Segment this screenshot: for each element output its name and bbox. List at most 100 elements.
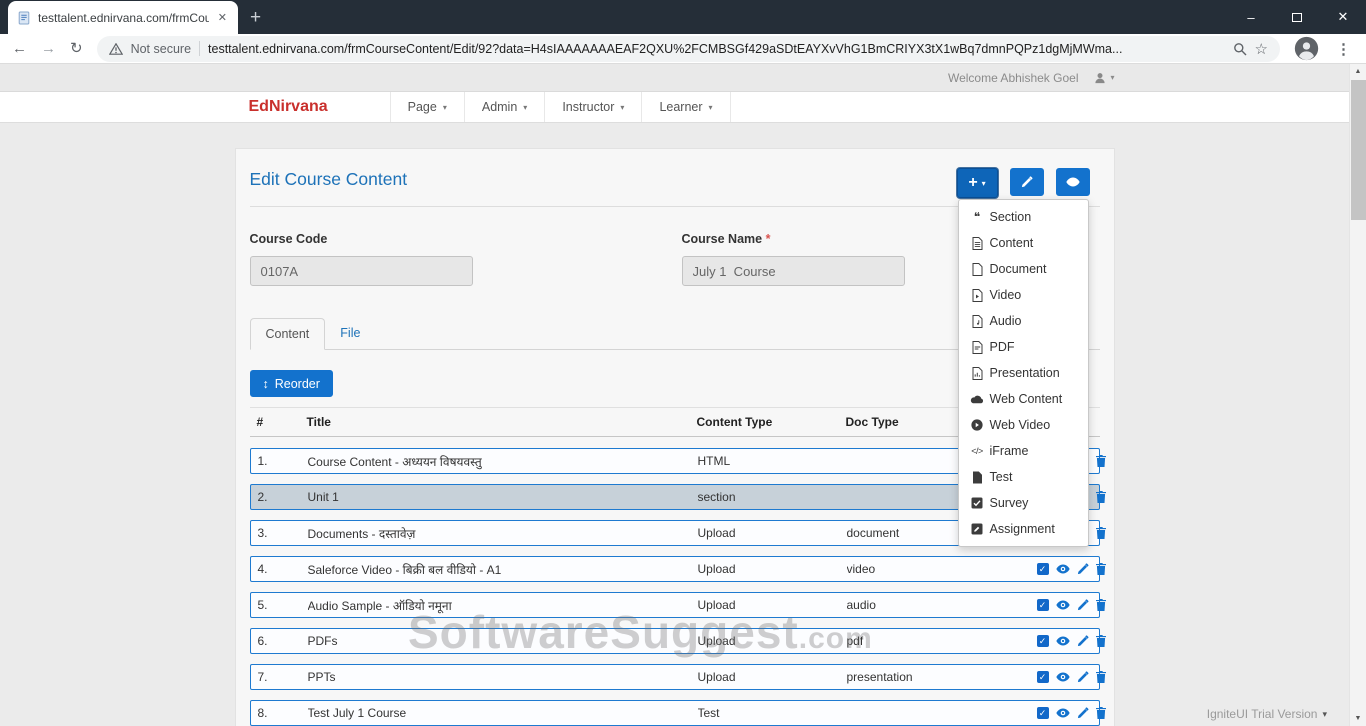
table-row-7[interactable]: 7. PPTs Upload presentation ✓: [250, 664, 1100, 690]
row-checkbox[interactable]: ✓: [1037, 563, 1049, 575]
page-scrollbar[interactable]: ▲ ▼: [1349, 64, 1366, 726]
tab-content[interactable]: Content: [250, 318, 326, 350]
edit-course-content-panel: Edit Course Content + ▾ C: [235, 148, 1115, 726]
file-audio-icon: [970, 315, 985, 328]
scroll-down-icon[interactable]: ▼: [1350, 715, 1366, 722]
menu-item-video[interactable]: Video: [959, 282, 1088, 308]
delete-icon[interactable]: [1096, 563, 1106, 575]
menu-item-audio[interactable]: Audio: [959, 308, 1088, 334]
delete-icon[interactable]: [1096, 707, 1106, 719]
browser-tab[interactable]: testtalent.ednirvana.com/frmCou ✕: [8, 1, 238, 34]
brand-logo[interactable]: EdNirvana: [235, 98, 342, 116]
forward-button[interactable]: →: [41, 41, 56, 56]
menu-item-pdf[interactable]: PDF: [959, 334, 1088, 360]
edit-icon[interactable]: [1077, 635, 1089, 647]
caret-down-icon: ▾: [523, 103, 527, 112]
add-content-button[interactable]: + ▾: [957, 168, 998, 198]
col-title: Title: [307, 415, 697, 429]
menu-item-assignment[interactable]: Assignment: [959, 516, 1088, 542]
back-button[interactable]: ←: [12, 41, 27, 56]
page-background: Edit Course Content + ▾ C: [0, 123, 1349, 726]
row-checkbox[interactable]: ✓: [1037, 671, 1049, 683]
table-row-4[interactable]: 4. Saleforce Video - बिक्री बल वीडियो - …: [250, 556, 1100, 582]
maximize-icon: [1292, 13, 1302, 22]
delete-icon[interactable]: [1096, 635, 1106, 647]
zoom-icon[interactable]: [1233, 42, 1247, 56]
scroll-up-icon[interactable]: ▲: [1350, 68, 1366, 75]
required-asterisk: *: [766, 232, 771, 246]
menu-item-document[interactable]: Document: [959, 256, 1088, 282]
row-actions: ✓: [1037, 707, 1150, 719]
menu-item-web-video[interactable]: Web Video: [959, 412, 1088, 438]
table-row-6[interactable]: 6. PDFs Upload pdf ✓: [250, 628, 1100, 654]
delete-icon[interactable]: [1096, 527, 1106, 539]
pencil-square-icon: [970, 523, 985, 535]
col-content-type: Content Type: [697, 415, 846, 429]
eye-icon: [1066, 177, 1080, 187]
tab-file[interactable]: File: [325, 318, 375, 350]
view-icon[interactable]: [1056, 600, 1070, 610]
menu-item-content[interactable]: Content: [959, 230, 1088, 256]
view-icon[interactable]: [1056, 636, 1070, 646]
header-buttons: + ▾: [957, 168, 1090, 198]
menu-item-presentation[interactable]: Presentation: [959, 360, 1088, 386]
tab-close-icon[interactable]: ✕: [216, 11, 229, 24]
address-bar[interactable]: Not secure testtalent.ednirvana.com/frmC…: [97, 36, 1280, 62]
delete-icon[interactable]: [1096, 671, 1106, 683]
row-actions: ✓: [1037, 671, 1150, 683]
check-square-icon: [970, 497, 985, 509]
edit-icon[interactable]: [1077, 707, 1089, 719]
view-icon[interactable]: [1056, 708, 1070, 718]
row-checkbox[interactable]: ✓: [1037, 599, 1049, 611]
course-code-input[interactable]: [250, 256, 473, 286]
course-name-label: Course Name *: [682, 232, 771, 246]
preview-button[interactable]: [1056, 168, 1090, 196]
welcome-bar: Welcome Abhishek Goel ▾: [0, 64, 1349, 92]
bookmark-star-icon[interactable]: ☆: [1255, 40, 1268, 58]
table-row-5[interactable]: 5. Audio Sample - ऑडियो नमूना Upload aud…: [250, 592, 1100, 618]
nav-item-page[interactable]: Page▾: [390, 92, 464, 122]
caret-down-icon: ▾: [1322, 709, 1327, 720]
view-icon[interactable]: [1056, 672, 1070, 682]
browser-menu-icon[interactable]: ⋮: [1333, 40, 1354, 58]
row-checkbox[interactable]: ✓: [1037, 707, 1049, 719]
window-minimize-button[interactable]: –: [1228, 0, 1274, 34]
caret-down-icon: ▾: [982, 179, 986, 188]
user-menu[interactable]: ▾: [1094, 72, 1114, 84]
edit-icon[interactable]: [1077, 599, 1089, 611]
row-actions: ✓: [1037, 563, 1150, 575]
menu-item-section[interactable]: ❝ Section: [959, 204, 1088, 230]
course-name-input[interactable]: [682, 256, 905, 286]
file-video-icon: [970, 289, 985, 302]
scrollbar-thumb[interactable]: [1351, 80, 1366, 220]
delete-icon[interactable]: [1096, 455, 1106, 467]
menu-item-iframe[interactable]: </> iFrame: [959, 438, 1088, 464]
delete-icon[interactable]: [1096, 599, 1106, 611]
file-icon: [970, 263, 985, 276]
cloud-icon: [970, 395, 985, 404]
edit-icon[interactable]: [1077, 563, 1089, 575]
window-maximize-button[interactable]: [1274, 0, 1320, 34]
edit-icon[interactable]: [1077, 671, 1089, 683]
new-tab-button[interactable]: +: [250, 8, 261, 27]
edit-button[interactable]: [1010, 168, 1044, 196]
menu-item-web-content[interactable]: Web Content: [959, 386, 1088, 412]
row-checkbox[interactable]: ✓: [1037, 635, 1049, 647]
menu-item-survey[interactable]: Survey: [959, 490, 1088, 516]
nav-item-admin[interactable]: Admin▾: [464, 92, 544, 122]
profile-avatar[interactable]: [1294, 36, 1319, 61]
file-pdf-icon: [970, 341, 985, 354]
menu-item-test[interactable]: Test: [959, 464, 1088, 490]
refresh-button[interactable]: ↻: [70, 41, 83, 56]
trial-badge[interactable]: IgniteUI Trial Version▾: [1207, 707, 1327, 721]
url-text[interactable]: testtalent.ednirvana.com/frmCourseConten…: [208, 42, 1225, 56]
delete-icon[interactable]: [1096, 491, 1106, 503]
view-icon[interactable]: [1056, 564, 1070, 574]
browser-toolbar: ← → ↻ Not secure testtalent.ednirvana.co…: [0, 34, 1366, 64]
nav-item-instructor[interactable]: Instructor▾: [544, 92, 641, 122]
window-close-button[interactable]: ✕: [1320, 0, 1366, 34]
reorder-button[interactable]: ↕ Reorder: [250, 370, 333, 397]
table-row-8[interactable]: 8. Test July 1 Course Test ✓: [250, 700, 1100, 726]
security-label[interactable]: Not secure: [131, 42, 191, 56]
nav-item-learner[interactable]: Learner▾: [641, 92, 730, 122]
